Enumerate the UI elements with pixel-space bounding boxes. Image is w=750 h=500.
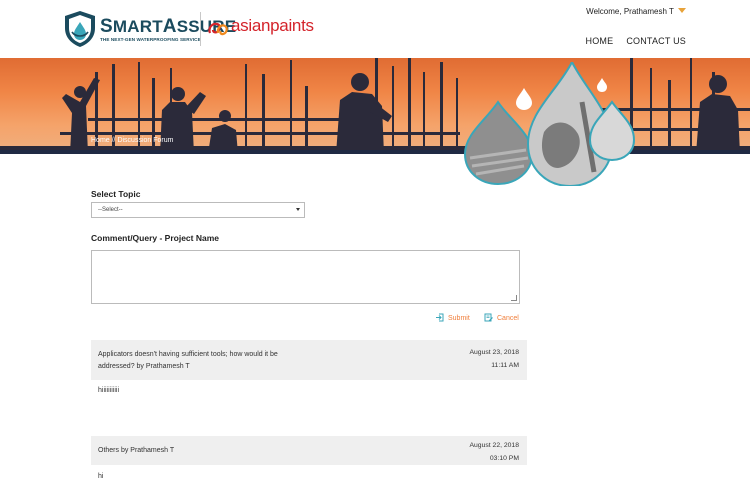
banner-base-strip	[0, 150, 750, 154]
post-header: Others by Prathamesh T August 22, 2018 0…	[91, 436, 527, 465]
login-arrow-icon	[436, 313, 444, 322]
post-header: Applicators doesn't having sufficient to…	[91, 340, 527, 380]
post-timestamp: August 23, 2018 11:11 AM	[469, 346, 519, 372]
post-question[interactable]: Applicators doesn't having sufficient to…	[98, 349, 278, 373]
post-body: hi	[98, 473, 104, 480]
topic-select[interactable]: --Select--	[91, 202, 305, 218]
topic-select-value: --Select--	[98, 207, 123, 213]
post-question-line: Others by Prathamesh T	[98, 447, 175, 454]
resize-handle-icon[interactable]	[511, 295, 517, 301]
breadcrumb[interactable]: Home // Discussion Forum	[91, 137, 173, 144]
cancel-button[interactable]: Cancel	[484, 313, 519, 322]
post-date: August 23, 2018	[469, 349, 519, 356]
user-menu[interactable]: Welcome, Prathamesh T	[586, 7, 686, 16]
asianpaints-logo[interactable]: asianpaints	[207, 14, 317, 44]
comment-textarea[interactable]	[91, 250, 520, 304]
submit-label: Submit	[448, 315, 470, 322]
select-topic-label: Select Topic	[91, 189, 141, 199]
document-edit-icon	[484, 313, 493, 322]
water-drops-image	[463, 62, 636, 186]
logo-divider	[200, 12, 201, 46]
asianpaints-wordmark: asianpaints	[231, 16, 314, 35]
chevron-down-icon[interactable]	[678, 8, 686, 13]
comment-label: Comment/Query - Project Name	[91, 233, 220, 243]
post-question-line: addressed? by Prathamesh T	[98, 363, 190, 370]
nav-contact-us[interactable]: CONTACT US	[626, 36, 686, 46]
nav-home[interactable]: HOME	[586, 36, 614, 46]
post-question-line: Applicators doesn't having sufficient to…	[98, 351, 278, 358]
site-header: SMARTASSURE THE NEXT-GEN WATERPROOFING S…	[0, 0, 750, 58]
shield-logo-icon	[65, 11, 95, 47]
dropdown-arrow-icon[interactable]	[296, 208, 300, 211]
submit-button[interactable]: Submit	[435, 313, 470, 322]
smartassure-tagline: THE NEXT-GEN WATERPROOFING SERVICE	[100, 37, 201, 42]
post-time: 03:10 PM	[489, 455, 519, 462]
smartassure-logo[interactable]: SMARTASSURE THE NEXT-GEN WATERPROOFING S…	[63, 10, 236, 48]
post-timestamp: August 22, 2018 03:10 PM	[469, 439, 519, 465]
cancel-label: Cancel	[497, 315, 519, 322]
welcome-text: Welcome, Prathamesh T	[586, 7, 674, 16]
asianpaints-mark-icon	[208, 22, 228, 36]
post-date: August 22, 2018	[469, 442, 519, 449]
post-time: 11:11 AM	[491, 362, 519, 369]
post-body: hiiiiiiiiiii	[98, 387, 119, 394]
post-question[interactable]: Others by Prathamesh T	[98, 445, 174, 457]
main-nav: HOME CONTACT US	[586, 36, 686, 46]
